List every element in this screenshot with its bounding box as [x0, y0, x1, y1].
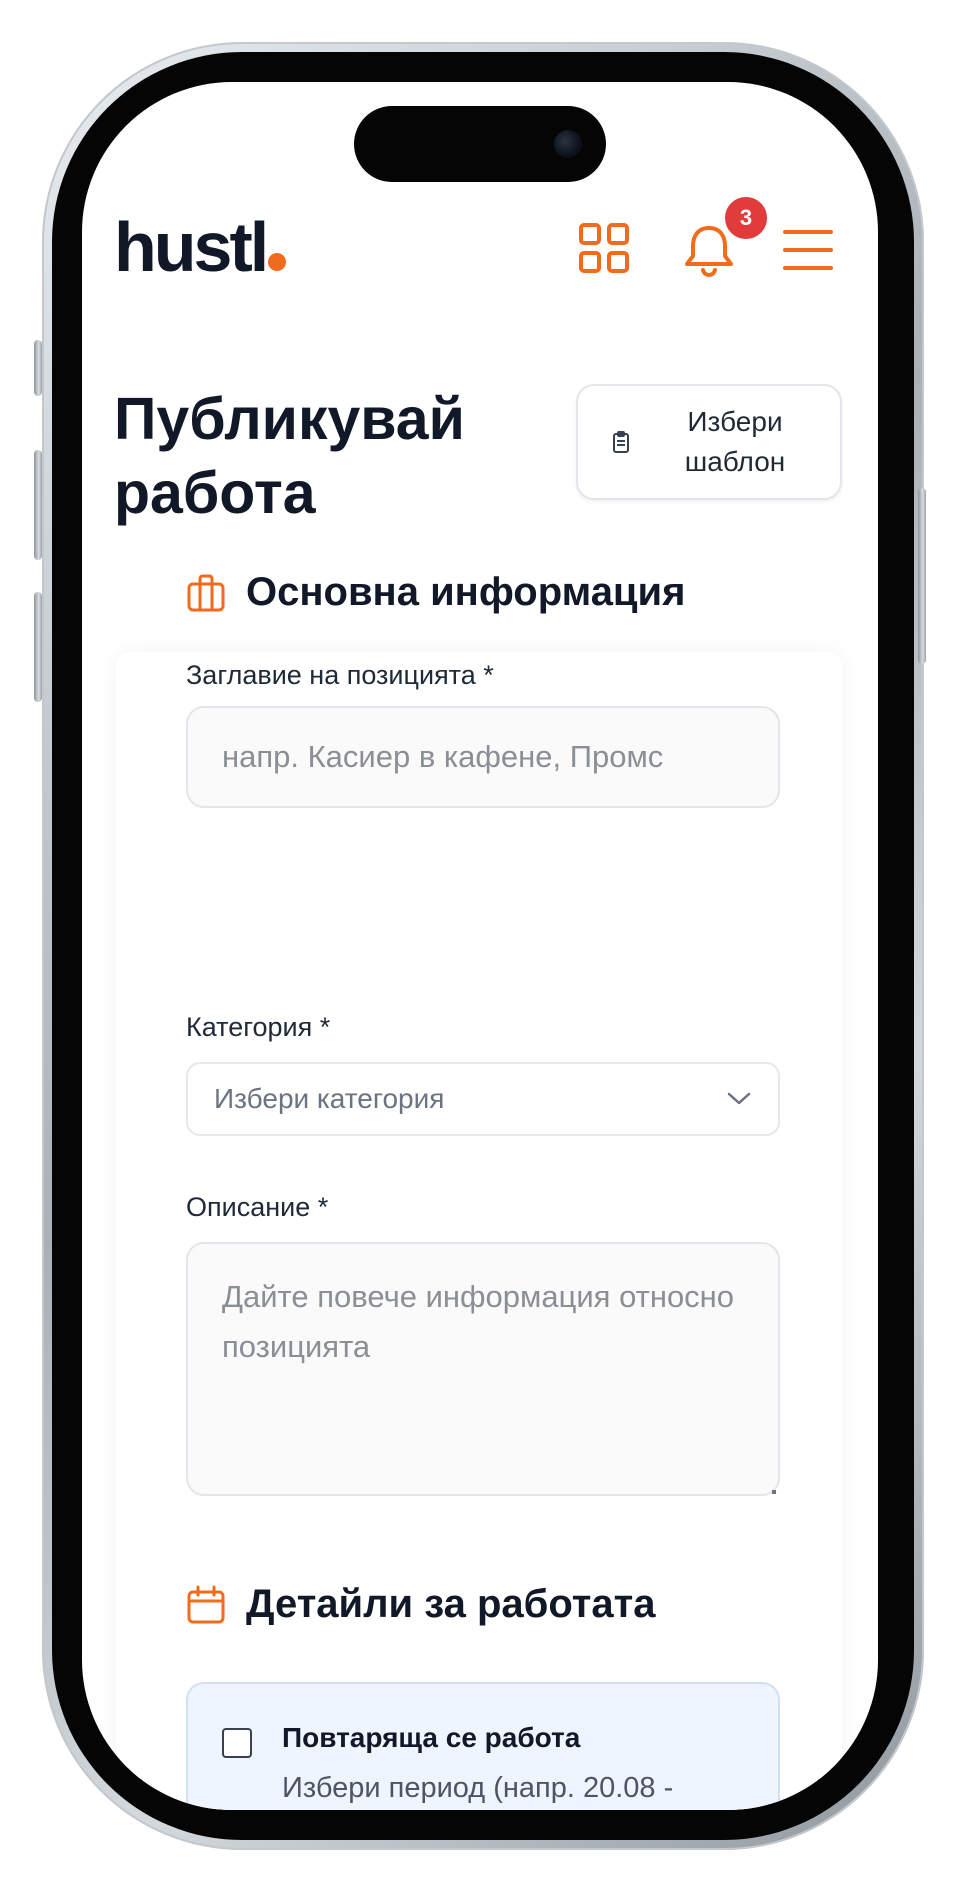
- section-basic-info: Основна информация: [186, 570, 685, 615]
- logo-text: hustl: [114, 208, 269, 286]
- choose-template-label: Избери шаблон: [684, 406, 786, 477]
- category-select[interactable]: Избери категория: [186, 1062, 780, 1136]
- phone-volume-up-button: [34, 450, 42, 560]
- section-heading: Основна информация: [246, 570, 686, 614]
- front-camera: [554, 130, 582, 158]
- app-logo[interactable]: hustl: [114, 212, 287, 282]
- logo-dot: [268, 253, 287, 271]
- phone-volume-down-button: [34, 592, 42, 702]
- chevron-down-icon: [727, 1092, 751, 1105]
- description-textarea[interactable]: [186, 1242, 780, 1496]
- phone-power-button: [918, 488, 926, 664]
- form-card: [116, 652, 842, 1810]
- textarea-resize-handle[interactable]: [772, 1490, 776, 1494]
- page-title: Публикувай работа: [114, 386, 465, 526]
- dynamic-island: [354, 106, 606, 182]
- section-job-details: Детайли за работата: [186, 1582, 655, 1627]
- category-selected-value: Избери категория: [214, 1083, 445, 1114]
- hamburger-menu-icon[interactable]: [782, 228, 834, 272]
- category-label: Категория *: [186, 1012, 331, 1042]
- phone-screen: hustl 3 Публикувай работа Избери шаблон …: [82, 82, 878, 1810]
- recurring-job-checkbox[interactable]: [222, 1728, 252, 1758]
- choose-template-button[interactable]: Избери шаблон: [576, 384, 842, 500]
- briefcase-icon: [187, 574, 225, 611]
- calendar-icon: [187, 1585, 225, 1623]
- grid-icon[interactable]: [578, 222, 632, 276]
- section-heading: Детайли за работата: [246, 1582, 656, 1626]
- recurring-job-description: Избери период (напр. 20.08 -: [282, 1772, 674, 1804]
- phone-action-button: [34, 340, 42, 396]
- recurring-job-title: Повтаряща се работа: [282, 1722, 581, 1753]
- description-label: Описание *: [186, 1192, 329, 1222]
- notification-badge: 3: [722, 194, 770, 242]
- job-title-label: Заглавие на позицията *: [186, 660, 494, 690]
- job-title-input[interactable]: [186, 706, 780, 808]
- clipboard-icon: [613, 431, 629, 453]
- recurring-job-option[interactable]: Повтаряща се работа Избери период (напр.…: [186, 1682, 780, 1810]
